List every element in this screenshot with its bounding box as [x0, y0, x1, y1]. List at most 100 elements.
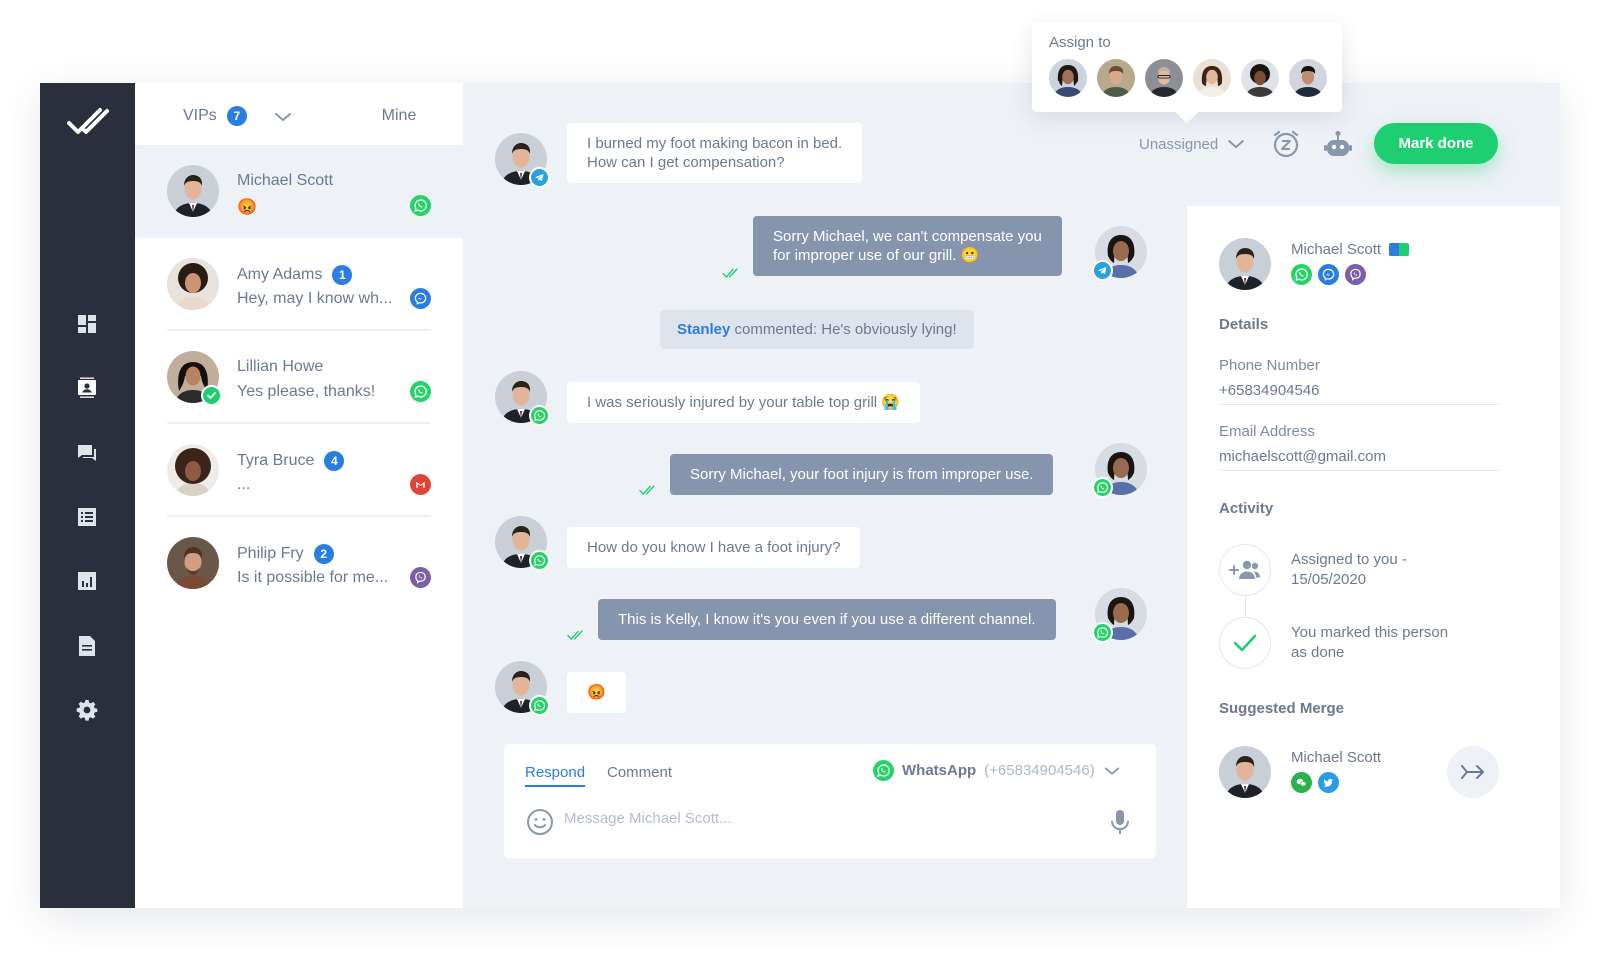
- sidebar-nav: [40, 83, 135, 908]
- snooze-icon[interactable]: [1271, 129, 1301, 159]
- gmail-icon: [410, 474, 431, 495]
- email-value[interactable]: michaelscott@gmail.com: [1219, 448, 1499, 471]
- avatar: [1219, 238, 1271, 290]
- read-receipt-icon: [722, 267, 742, 279]
- tab-comment[interactable]: Comment: [607, 764, 672, 785]
- contact-name: Amy Adams: [237, 266, 323, 283]
- list-item[interactable]: Michael Scott 😡: [135, 145, 463, 238]
- message-preview: ...: [237, 476, 251, 493]
- phone-value[interactable]: +65834904546: [1219, 382, 1499, 405]
- avatar: [167, 537, 219, 589]
- message-text: for improper use of our grill. 😬: [773, 247, 980, 264]
- whatsapp-icon: [873, 760, 894, 781]
- contact-channels: [1291, 264, 1366, 285]
- avatar: [1092, 443, 1147, 498]
- viber-icon[interactable]: [1345, 264, 1366, 285]
- assignee-avatar[interactable]: [1097, 59, 1135, 97]
- assignee-avatar[interactable]: [1145, 59, 1183, 97]
- message-text: How do you know I have a foot injury?: [587, 539, 841, 556]
- check-icon: [201, 385, 222, 406]
- chevron-down-icon[interactable]: [273, 107, 293, 127]
- messages-icon[interactable]: [73, 439, 101, 467]
- assign-popover: Assign to: [1032, 22, 1342, 124]
- avatar: [167, 351, 222, 406]
- list-tabs: VIPs 7 Mine: [135, 83, 463, 149]
- chevron-down-icon: [1104, 766, 1119, 775]
- avatar: [495, 133, 550, 188]
- assignee-avatar[interactable]: [1193, 59, 1231, 97]
- dashboard-icon[interactable]: [73, 310, 101, 338]
- unread-badge: 2: [313, 544, 334, 564]
- twitter-icon: [1318, 772, 1339, 793]
- read-receipt-icon: [639, 484, 659, 496]
- incoming-message: How do you know I have a foot injury?: [567, 527, 861, 568]
- wechat-icon: [1291, 772, 1312, 793]
- microphone-icon[interactable]: [1109, 808, 1131, 836]
- list-item[interactable]: Lillian Howe Yes please, thanks!: [135, 331, 463, 424]
- list-icon[interactable]: [73, 503, 101, 531]
- vips-count-badge: 7: [226, 106, 247, 126]
- channel-selector[interactable]: WhatsApp (+65834904546): [873, 760, 1121, 781]
- contacts-icon[interactable]: [73, 374, 101, 402]
- document-icon[interactable]: [73, 632, 101, 660]
- list-item[interactable]: Philip Fry 2 Is it possible for me...: [135, 517, 463, 610]
- tab-mine[interactable]: Mine: [335, 83, 463, 149]
- contact-name: Tyra Bruce: [237, 452, 315, 469]
- messenger-icon: [410, 288, 431, 309]
- tab-vips-label: VIPs: [183, 107, 217, 124]
- telegram-icon: [529, 167, 550, 188]
- assign-status: Unassigned: [1139, 135, 1219, 153]
- assignee-avatar[interactable]: [1049, 59, 1087, 97]
- message-preview: 😡: [237, 199, 257, 216]
- merge-contact-name: Michael Scott: [1291, 749, 1382, 766]
- message-preview: Hey, may I know wh...: [237, 290, 393, 307]
- message-preview: Is it possible for me...: [237, 569, 389, 586]
- avatar: [167, 444, 219, 496]
- bot-icon[interactable]: [1323, 130, 1353, 158]
- list-item[interactable]: Tyra Bruce 4 ...: [135, 424, 463, 517]
- emoji-icon[interactable]: [526, 808, 554, 836]
- read-receipt-icon: [567, 629, 587, 641]
- activity-item: Assigned to you - 15/05/2020: [1291, 550, 1407, 590]
- chat-thread: I burned my foot making bacon in bed. Ho…: [463, 83, 1186, 908]
- mark-done-button[interactable]: Mark done: [1374, 123, 1498, 164]
- whatsapp-icon: [410, 381, 431, 402]
- settings-icon[interactable]: [73, 696, 101, 724]
- whatsapp-icon: [1092, 477, 1113, 498]
- message-text: How can I get compensation?: [587, 154, 785, 171]
- assignee-avatar[interactable]: [1289, 59, 1327, 97]
- internal-comment: Stanley commented: He's obviously lying!: [660, 310, 974, 349]
- timeline-connector: [1245, 594, 1246, 618]
- contact-details-panel: Michael Scott Details Phone Number +6583…: [1187, 206, 1560, 908]
- whatsapp-icon: [529, 405, 550, 426]
- whatsapp-icon: [529, 695, 550, 716]
- list-item[interactable]: Amy Adams 1 Hey, may I know wh...: [135, 238, 463, 331]
- whatsapp-icon[interactable]: [1291, 264, 1312, 285]
- contact-name: Michael Scott: [237, 172, 334, 189]
- avatar: [495, 661, 550, 716]
- avatar: [167, 258, 219, 310]
- incoming-message: 😡: [567, 672, 626, 713]
- avatar: [1219, 746, 1271, 798]
- double-check-logo[interactable]: [66, 107, 110, 137]
- avatar: [495, 371, 550, 426]
- message-text: I was seriously injured by your table to…: [587, 394, 900, 411]
- tab-vips[interactable]: VIPs 7: [135, 83, 295, 149]
- message-text: Sorry Michael, we can't compensate you: [773, 228, 1042, 245]
- telegram-icon: [1092, 260, 1113, 281]
- comment-author[interactable]: Stanley: [677, 321, 730, 338]
- contact-name: Lillian Howe: [237, 358, 324, 375]
- channel-name: WhatsApp: [902, 762, 977, 779]
- merge-arrow-icon[interactable]: [1447, 746, 1499, 798]
- assignee-avatar[interactable]: [1241, 59, 1279, 97]
- messenger-icon[interactable]: [1318, 264, 1339, 285]
- tab-respond[interactable]: Respond: [525, 764, 586, 787]
- assign-popover-title: Assign to: [1049, 34, 1111, 51]
- assign-dropdown[interactable]: Unassigned: [1139, 134, 1246, 154]
- flag-icon: [1389, 243, 1410, 256]
- activity-date: 15/05/2020: [1291, 571, 1367, 588]
- reports-icon[interactable]: [73, 567, 101, 595]
- activity-item: You marked this person as done: [1291, 623, 1448, 663]
- message-input[interactable]: [564, 810, 1084, 827]
- merge-contact-channels: [1291, 772, 1339, 793]
